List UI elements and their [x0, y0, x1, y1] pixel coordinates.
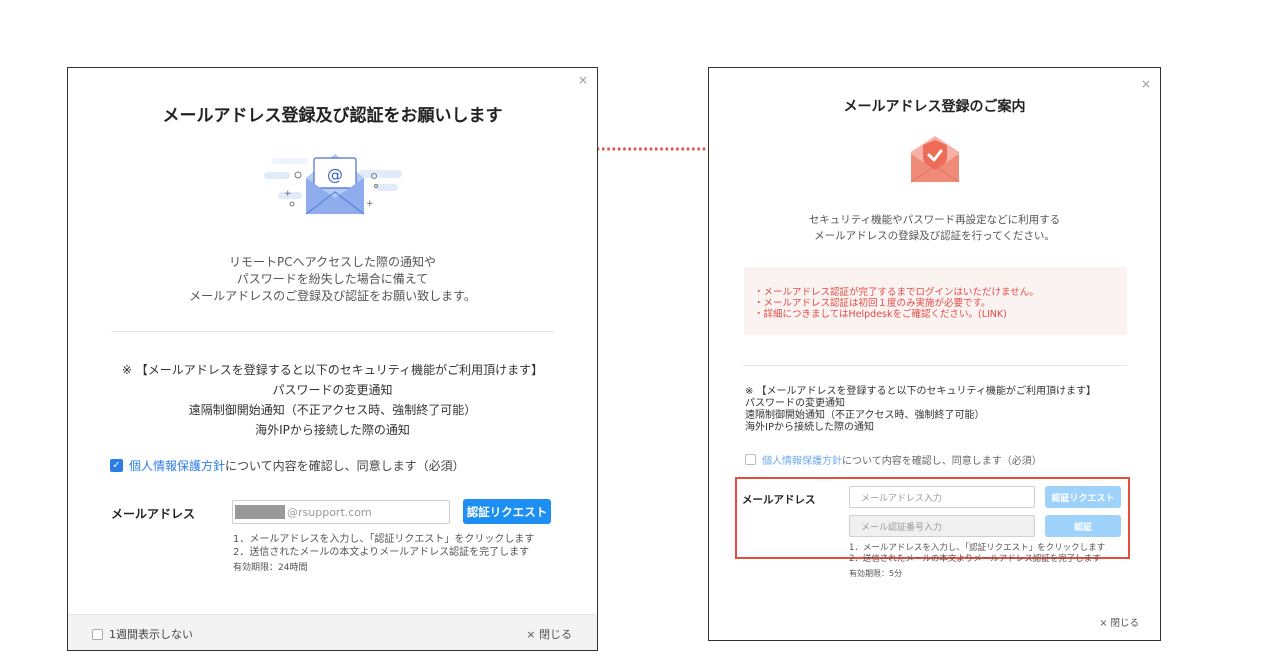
email-input[interactable]: @rsupport.com — [232, 500, 450, 524]
privacy-agreement: ✓ 個人情報保護方針 について内容を確認し、同意します（必須） — [110, 457, 465, 474]
intro-text: リモートPCへアクセスした際の通知や パスワードを紛失した場合に備えて メールア… — [189, 255, 476, 303]
email-label: メールアドレス — [742, 494, 816, 506]
close-button[interactable]: × 閉じる — [1100, 615, 1139, 629]
svg-text:@: @ — [327, 165, 343, 184]
envelope-at-icon: + + @ — [264, 154, 402, 215]
divider — [111, 331, 554, 332]
email-domain: @rsupport.com — [287, 505, 372, 519]
email-input[interactable]: メールアドレス入力 — [849, 486, 1035, 508]
agree-checkbox[interactable] — [745, 454, 756, 465]
validity-period: 有効期限：24時間 — [233, 563, 308, 573]
code-placeholder: メール認証番号入力 — [861, 522, 943, 533]
svg-text:+: + — [366, 199, 374, 209]
validity-period: 有効期限：5分 — [849, 569, 903, 578]
masked-email-user — [235, 505, 285, 519]
dialog-footer: 1週間表示しない × 閉じる — [68, 614, 597, 650]
email-label: メールアドレス — [111, 507, 196, 521]
dialog-title: メールアドレス登録のご案内 — [843, 99, 1026, 115]
email-registration-dialog-before: × メールアドレス登録及び認証をお願いします + + @ リモートPCへアクセス… — [67, 67, 598, 651]
warning-line: ・メールアドレス認証は初回１度のみ実施が必要です。 — [754, 298, 991, 309]
agree-checkbox[interactable]: ✓ — [110, 459, 123, 472]
agree-text: について内容を確認し、同意します（必須） — [842, 456, 1042, 467]
close-button[interactable]: × 閉じる — [526, 626, 572, 642]
close-icon[interactable]: × — [578, 74, 588, 86]
intro-text: セキュリティ機能やパスワード再設定などに利用する メールアドレスの登録及び認証を… — [808, 214, 1061, 242]
close-icon[interactable]: × — [1141, 78, 1151, 90]
auth-request-button[interactable]: 認証リクエスト — [1045, 486, 1121, 508]
warning-box: ・メールアドレス認証が完了するまでログインはいただけません。 ・メールアドレス認… — [744, 267, 1127, 335]
hide-week-option[interactable]: 1週間表示しない — [92, 626, 193, 642]
auth-request-button[interactable]: 認証リクエスト — [463, 499, 551, 524]
verification-code-input[interactable]: メール認証番号入力 — [849, 515, 1035, 537]
security-features-list: ※ 【メールアドレスを登録すると以下のセキュリティ機能がご利用頂けます】 パスワ… — [745, 386, 1096, 433]
dialog-title: メールアドレス登録及び認証をお願いします — [162, 106, 503, 126]
verify-button[interactable]: 認証 — [1045, 515, 1121, 537]
privacy-policy-link[interactable]: 個人情報保護方針 — [762, 452, 842, 467]
agree-text: について内容を確認し、同意します（必須） — [225, 459, 465, 473]
email-placeholder: メールアドレス入力 — [861, 493, 943, 504]
instruction-steps: 1．メールアドレスを入力し、「認証リクエスト」をクリックします 2．送信されたメ… — [849, 543, 1106, 564]
privacy-policy-link[interactable]: 個人情報保護方針 — [129, 457, 225, 474]
warning-line: ・メールアドレス認証が完了するまでログインはいただけません。 — [754, 287, 1039, 298]
warning-line: ・詳細につきましてはHelpdeskをご確認ください。(LINK) — [754, 309, 1007, 320]
hide-week-checkbox[interactable] — [92, 628, 103, 640]
email-registration-dialog-after: × メールアドレス登録のご案内 セキュリティ機能やパスワード再設定などに利用する… — [708, 67, 1161, 641]
security-features-list: ※ 【メールアドレスを登録すると以下のセキュリティ機能がご利用頂けます】 パスワ… — [121, 363, 544, 437]
envelope-shield-icon — [910, 136, 960, 183]
svg-text:+: + — [284, 189, 292, 199]
divider — [743, 365, 1127, 366]
hide-week-label: 1週間表示しない — [109, 628, 193, 641]
privacy-agreement: 個人情報保護方針 について内容を確認し、同意します（必須） — [745, 452, 1042, 467]
instruction-steps: 1．メールアドレスを入力し、「認証リクエスト」をクリックします 2．送信されたメ… — [233, 534, 535, 558]
